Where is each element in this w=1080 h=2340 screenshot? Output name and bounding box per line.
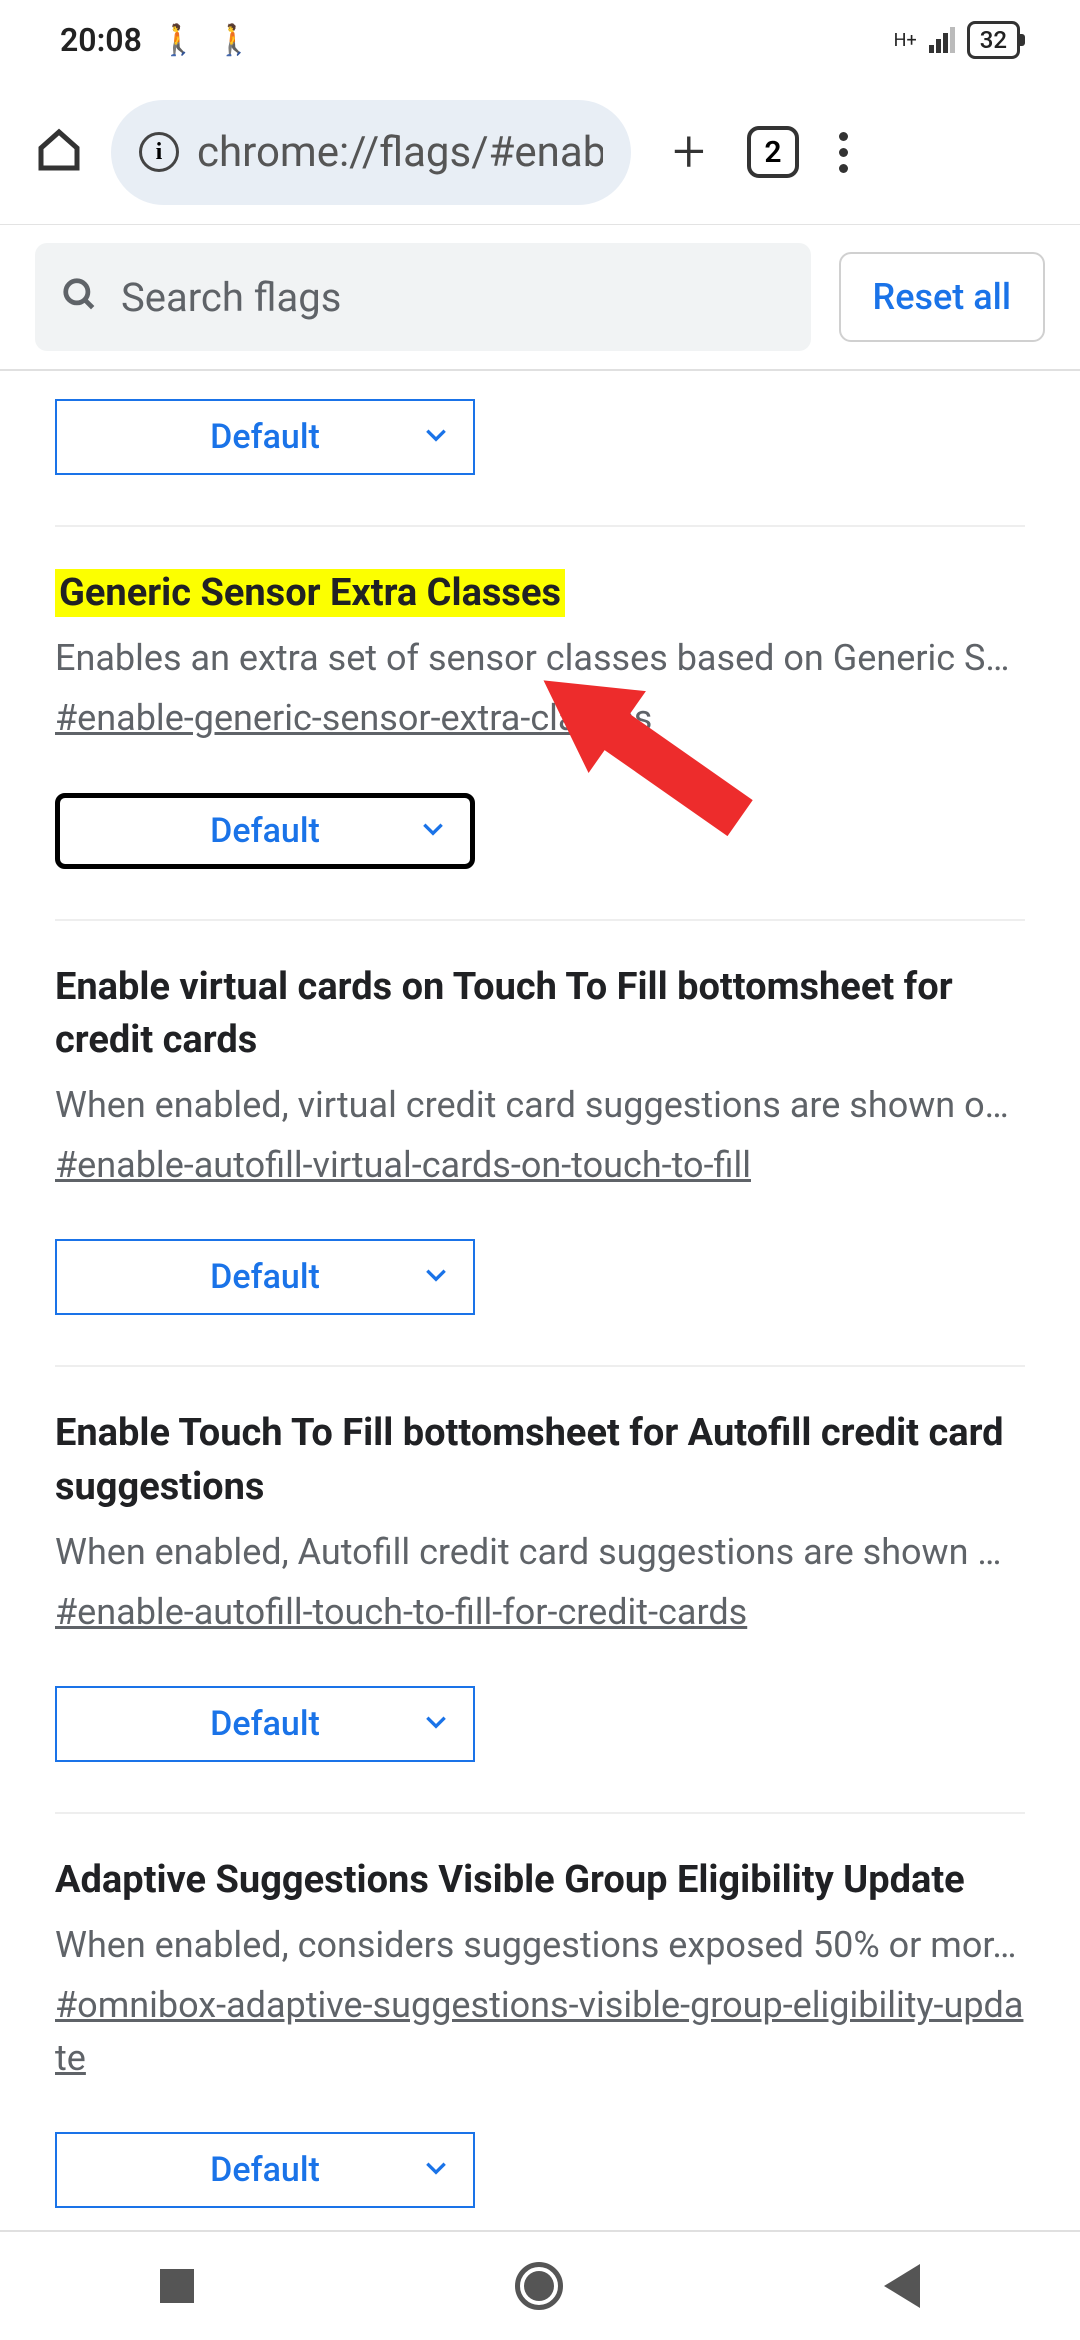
home-button[interactable] bbox=[515, 2262, 563, 2310]
dropdown-value: Default bbox=[210, 2150, 320, 2190]
signal-icon bbox=[929, 27, 955, 53]
flag-title: Adaptive Suggestions Visible Group Eligi… bbox=[55, 1854, 1025, 1907]
dropdown-value: Default bbox=[210, 1704, 320, 1744]
flag-description: Enables an extra set of sensor classes b… bbox=[55, 632, 1025, 684]
flag-dropdown[interactable]: Default bbox=[55, 793, 475, 869]
back-button[interactable] bbox=[884, 2264, 920, 2308]
clock-text: 20:08 bbox=[60, 21, 142, 59]
status-right: H+ 32 bbox=[894, 21, 1020, 59]
search-flags-input[interactable]: Search flags bbox=[35, 243, 811, 351]
flags-list: Default Generic Sensor Extra Classes Ena… bbox=[0, 371, 1080, 2258]
flag-item: Enable Touch To Fill bottomsheet for Aut… bbox=[55, 1367, 1025, 1814]
flag-item: Adaptive Suggestions Visible Group Eligi… bbox=[55, 1814, 1025, 2258]
flag-title: Generic Sensor Extra Classes bbox=[55, 569, 565, 617]
site-info-icon[interactable]: i bbox=[139, 132, 179, 172]
flag-dropdown[interactable]: Default bbox=[55, 1686, 475, 1762]
status-bar: 20:08 🚶 🚶 H+ 32 bbox=[0, 0, 1080, 80]
url-text: chrome://flags/#enab bbox=[197, 128, 603, 177]
flag-hash-link[interactable]: #enable-autofill-touch-to-fill-for-credi… bbox=[55, 1586, 1025, 1638]
flags-search-row: Search flags Reset all bbox=[0, 225, 1080, 371]
chevron-down-icon bbox=[423, 417, 449, 457]
recents-button[interactable] bbox=[160, 2269, 194, 2303]
flag-hash-link[interactable]: #omnibox-adaptive-suggestions-visible-gr… bbox=[55, 1979, 1025, 2083]
flag-hash-link[interactable]: #enable-generic-sensor-extra-classes bbox=[55, 692, 1025, 744]
dropdown-value: Default bbox=[210, 1257, 320, 1297]
flag-dropdown[interactable]: Default bbox=[55, 1239, 475, 1315]
tab-switcher-button[interactable]: 2 bbox=[747, 126, 799, 178]
activity-icon: 🚶 bbox=[160, 23, 197, 58]
flag-description: When enabled, Autofill credit card sugge… bbox=[55, 1526, 1025, 1578]
flag-item: Generic Sensor Extra Classes Enables an … bbox=[55, 527, 1025, 921]
chevron-down-icon bbox=[423, 2150, 449, 2190]
chevron-down-icon bbox=[423, 1257, 449, 1297]
home-button[interactable] bbox=[35, 126, 83, 178]
chevron-down-icon bbox=[420, 811, 446, 851]
system-nav-bar bbox=[0, 2230, 1080, 2340]
dropdown-value: Default bbox=[210, 417, 320, 457]
search-placeholder: Search flags bbox=[121, 274, 341, 321]
flag-description: When enabled, virtual credit card sugges… bbox=[55, 1079, 1025, 1131]
flag-item: Enable virtual cards on Touch To Fill bo… bbox=[55, 921, 1025, 1368]
flag-title: Enable virtual cards on Touch To Fill bo… bbox=[55, 961, 1025, 1067]
overflow-menu-button[interactable] bbox=[827, 132, 860, 173]
search-icon bbox=[61, 276, 99, 318]
network-type-icon: H+ bbox=[894, 30, 917, 51]
flag-item: Default bbox=[55, 371, 1025, 527]
flag-hash-link[interactable]: #enable-autofill-virtual-cards-on-touch-… bbox=[55, 1139, 1025, 1191]
reset-all-button[interactable]: Reset all bbox=[839, 252, 1045, 342]
flag-description: When enabled, considers suggestions expo… bbox=[55, 1919, 1025, 1971]
dropdown-value: Default bbox=[210, 811, 320, 851]
flag-title: Enable Touch To Fill bottomsheet for Aut… bbox=[55, 1407, 1025, 1513]
flag-dropdown[interactable]: Default bbox=[55, 399, 475, 475]
chevron-down-icon bbox=[423, 1704, 449, 1744]
browser-toolbar: i chrome://flags/#enab + 2 bbox=[0, 80, 1080, 225]
url-bar[interactable]: i chrome://flags/#enab bbox=[111, 100, 631, 205]
activity-icon: 🚶 bbox=[215, 23, 252, 58]
new-tab-button[interactable]: + bbox=[659, 118, 719, 186]
battery-indicator: 32 bbox=[967, 21, 1020, 59]
flag-dropdown[interactable]: Default bbox=[55, 2132, 475, 2208]
status-left: 20:08 🚶 🚶 bbox=[60, 21, 253, 59]
